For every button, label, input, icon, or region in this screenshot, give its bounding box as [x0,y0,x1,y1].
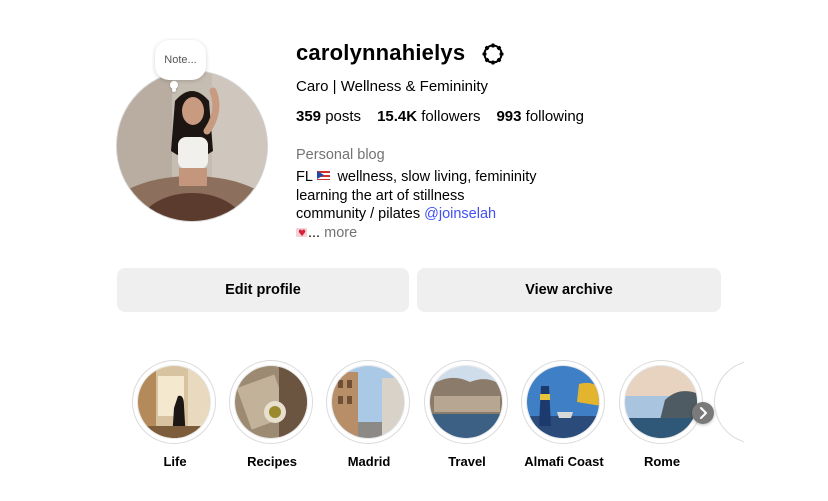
highlight-cover [137,365,211,439]
bio-line-1-text: wellness, slow living, femininity [337,169,537,185]
highlight-madrid[interactable]: Madrid [326,360,412,469]
bio-mention-link[interactable]: @joinselah [424,206,496,222]
profile-category: Personal blog [296,147,385,163]
highlight-cover [234,365,308,439]
highlight-ring [521,360,605,444]
highlight-rome[interactable]: Rome [619,360,705,469]
highlight-almafi-coast[interactable]: Almafi Coast [521,360,607,469]
posts-label: posts [325,108,362,125]
bio-line-4: ... more [296,224,537,243]
highlight-cover [429,365,503,439]
followers-count: 15.4K [377,108,418,125]
highlight-ring [424,360,508,444]
bio-line-3: community / pilates @joinselah [296,205,537,224]
note-text: Note... [164,54,197,66]
following-count: 993 [496,108,522,125]
followers-stat[interactable]: 15.4K followers [377,108,480,125]
profile-username: carolynnahielys [296,40,466,65]
gear-icon[interactable] [481,42,505,66]
edit-profile-button[interactable]: Edit profile [117,268,409,312]
bio-ellipsis: ... [308,224,325,241]
avatar-photo [117,71,267,221]
profile-bio: FL wellness, slow living, femininity lea… [296,168,537,243]
love-letter-icon [296,225,307,243]
highlight-cover [526,365,600,439]
note-bubble[interactable]: Note... [155,40,206,80]
bio-more-link[interactable]: more [324,225,357,241]
bio-line-1-prefix: FL [296,169,313,185]
highlight-life[interactable]: Life [132,360,218,469]
highlight-recipes[interactable]: Recipes [229,360,315,469]
puerto-rico-flag-icon [317,171,331,180]
bio-line-3-text: community / pilates [296,206,425,222]
profile-stats: 359 posts 15.4K followers 993 following [296,108,584,125]
highlight-label: Rome [643,454,681,469]
highlight-partial[interactable] [714,360,744,444]
profile-display-name: Caro | Wellness & Femininity [296,78,489,95]
chevron-right-icon[interactable] [692,402,714,424]
posts-stat: 359 posts [296,108,361,125]
posts-count: 359 [296,108,322,125]
followers-label: followers [421,108,481,125]
note-bubble-tail-small [172,88,176,92]
highlight-ring [619,360,703,444]
following-label: following [525,108,585,125]
highlight-cover [331,365,405,439]
bio-line-1: FL wellness, slow living, femininity [296,168,537,187]
highlight-ring [326,360,410,444]
view-archive-button[interactable]: View archive [417,268,721,312]
highlight-ring [714,360,744,444]
highlight-ring [229,360,313,444]
following-stat[interactable]: 993 following [496,108,584,125]
highlight-travel[interactable]: Travel [424,360,510,469]
highlight-cover [624,365,698,439]
profile-avatar[interactable] [117,71,267,221]
highlight-ring [132,360,216,444]
bio-line-2: learning the art of stillness [296,187,465,204]
